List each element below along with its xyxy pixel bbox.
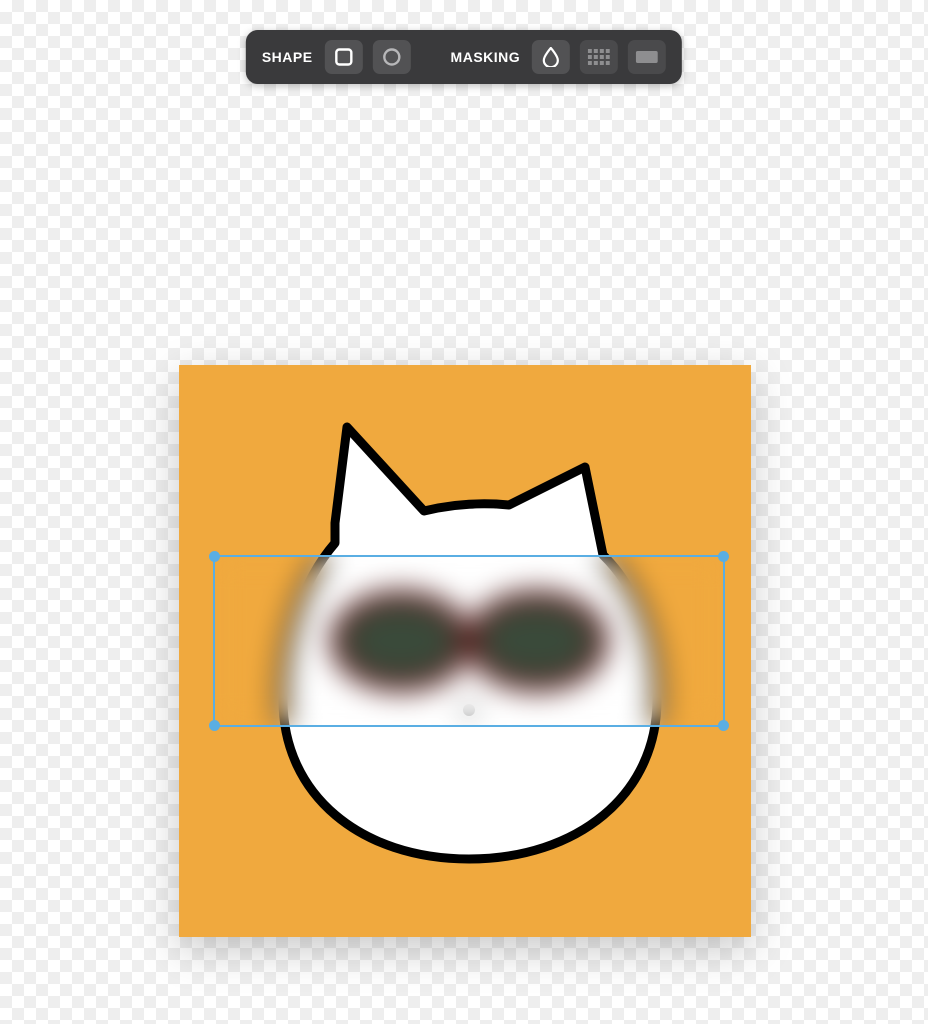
resize-handle-top-right[interactable]	[718, 551, 729, 562]
solid-icon	[636, 51, 658, 63]
resize-handle-bottom-left[interactable]	[209, 720, 220, 731]
blur-icon	[542, 47, 560, 67]
pixelate-icon	[588, 49, 610, 65]
resize-handle-top-left[interactable]	[209, 551, 220, 562]
shape-label: SHAPE	[262, 49, 313, 65]
rectangle-icon	[334, 47, 354, 67]
circle-icon	[382, 47, 402, 67]
selection-box[interactable]	[213, 555, 725, 727]
mask-pixelate-button[interactable]	[580, 40, 618, 74]
shape-circle-button[interactable]	[373, 40, 411, 74]
mask-blur-button[interactable]	[532, 40, 570, 74]
mask-solid-button[interactable]	[628, 40, 666, 74]
resize-handle-bottom-right[interactable]	[718, 720, 729, 731]
toolbar: SHAPE MASKING	[246, 30, 682, 84]
masking-label: MASKING	[451, 49, 521, 65]
shape-rectangle-button[interactable]	[325, 40, 363, 74]
